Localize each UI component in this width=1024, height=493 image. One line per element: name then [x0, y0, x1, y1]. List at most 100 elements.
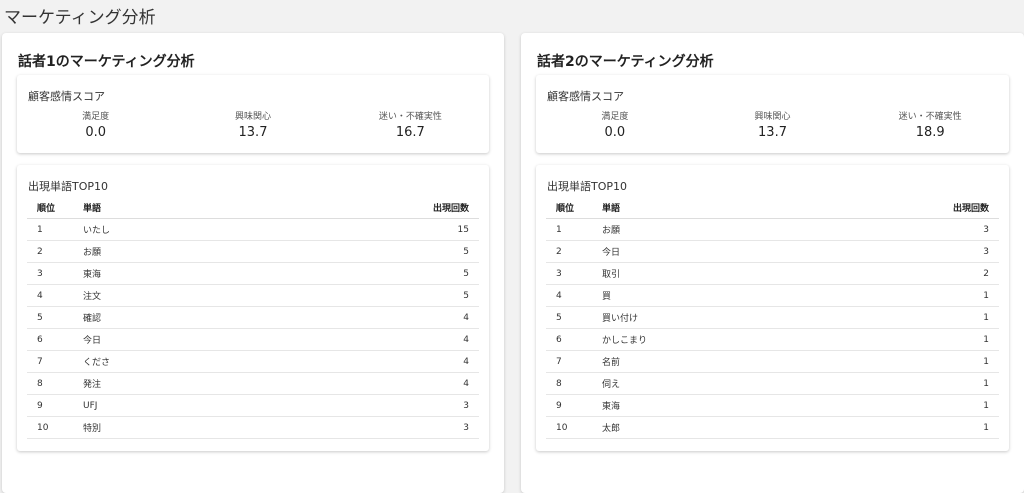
metric-label: 興味関心: [754, 112, 791, 122]
cell-count: 3: [253, 394, 479, 417]
metric-label: 迷い・不確実性: [378, 112, 442, 122]
cell-rank: 3: [27, 262, 73, 285]
cell-rank: 8: [27, 372, 73, 395]
words-card-title: 出現単語TOP10: [547, 180, 628, 193]
header-count: 出現回数: [253, 197, 479, 219]
cell-rank: 6: [27, 328, 73, 351]
metric-interest: 興味関心 13.7: [694, 109, 852, 140]
speaker-2-emotion-card: 顧客感情スコア 満足度 0.0 興味関心 13.7 迷い・不確実性 18.9: [536, 75, 1009, 153]
cell-count: 4: [253, 372, 479, 395]
metric-label: 迷い・不確実性: [898, 112, 962, 122]
cell-count: 1: [813, 328, 999, 351]
cell-word: 確認: [73, 306, 254, 329]
cell-count: 5: [253, 284, 479, 307]
table-header-row: 順位 単語 出現回数: [27, 197, 479, 219]
cell-rank: 7: [27, 350, 73, 373]
cell-count: 4: [253, 350, 479, 373]
table-row: 5 確認 4: [27, 306, 479, 329]
cell-count: 3: [813, 240, 999, 263]
cell-word: 太郎: [592, 416, 814, 439]
metric-value: 16.7: [395, 125, 425, 140]
table-row: 1 いたし 15: [27, 218, 479, 241]
cell-rank: 3: [546, 262, 592, 285]
cell-rank: 1: [546, 218, 592, 241]
metric-label: 満足度: [82, 112, 110, 122]
cell-word: かしこまり: [592, 328, 814, 351]
metric-satisfaction: 満足度 0.0: [17, 109, 174, 140]
cell-count: 15: [253, 218, 479, 241]
cell-count: 1: [813, 306, 999, 329]
header-rank: 順位: [27, 197, 73, 219]
metric-value: 18.9: [915, 125, 945, 140]
cell-word: 取引: [592, 262, 814, 285]
page-title: マーケティング分析: [4, 8, 156, 28]
cell-word: 伺え: [592, 372, 814, 395]
cell-word: 東海: [592, 394, 814, 417]
cell-rank: 4: [546, 284, 592, 307]
table-row: 5 買い付け 1: [546, 306, 999, 329]
cell-word: お願: [592, 218, 814, 241]
cell-rank: 10: [27, 416, 73, 439]
emotion-metrics: 満足度 0.0 興味関心 13.7 迷い・不確実性 16.7: [17, 109, 489, 140]
header-word: 単語: [592, 197, 814, 219]
emotion-metrics: 満足度 0.0 興味関心 13.7 迷い・不確実性 18.9: [536, 109, 1009, 140]
cell-count: 2: [813, 262, 999, 285]
cell-word: 買い付け: [592, 306, 814, 329]
cell-count: 5: [253, 262, 479, 285]
speaker-1-words-table: 順位 単語 出現回数 1 いたし 15 2 お願 5 3 東海 5 4 注文 5 5 確認 4 6今…: [27, 197, 479, 439]
cell-count: 1: [813, 372, 999, 395]
metric-interest: 興味関心 13.7: [174, 109, 331, 140]
speaker-2-words-card: 出現単語TOP10 順位 単語 出現回数 1 お願 3 2 今日 3 3 取引 2 4買1 …: [536, 165, 1009, 451]
speaker-2-panel: 話者2のマーケティング分析 顧客感情スコア 満足度 0.0 興味関心 13.7 …: [521, 33, 1024, 493]
cell-rank: 10: [546, 416, 592, 439]
cell-word: UFJ: [73, 394, 254, 417]
cell-word: 発注: [73, 372, 254, 395]
cell-rank: 2: [27, 240, 73, 263]
cell-rank: 6: [546, 328, 592, 351]
cell-rank: 9: [546, 394, 592, 417]
metric-value: 0.0: [85, 125, 106, 140]
table-row: 9 東海 1: [546, 394, 999, 417]
cell-word: 名前: [592, 350, 814, 373]
table-row: 1 お願 3: [546, 218, 999, 241]
table-header-row: 順位 単語 出現回数: [546, 197, 999, 219]
table-row: 8 伺え 1: [546, 372, 999, 395]
metric-uncertainty: 迷い・不確実性 16.7: [332, 109, 489, 140]
cell-word: お願: [73, 240, 254, 263]
cell-count: 3: [253, 416, 479, 439]
table-row: 3 東海 5: [27, 262, 479, 285]
cell-rank: 9: [27, 394, 73, 417]
cell-count: 1: [813, 394, 999, 417]
cell-word: 東海: [73, 262, 254, 285]
cell-count: 5: [253, 240, 479, 263]
header-rank: 順位: [546, 197, 592, 219]
cell-count: 1: [813, 284, 999, 307]
cell-word: 特別: [73, 416, 254, 439]
cell-count: 4: [253, 306, 479, 329]
cell-word: 注文: [73, 284, 254, 307]
metric-value: 13.7: [758, 125, 787, 140]
cell-rank: 5: [546, 306, 592, 329]
cell-count: 3: [813, 218, 999, 241]
cell-rank: 4: [27, 284, 73, 307]
table-row: 10 特別 3: [27, 416, 479, 439]
speaker-1-panel: 話者1のマーケティング分析 顧客感情スコア 満足度 0.0 興味関心 13.7 …: [2, 33, 504, 493]
table-row: 9 UFJ 3: [27, 394, 479, 417]
metric-label: 興味関心: [234, 112, 271, 122]
speaker-2-title: 話者2のマーケティング分析: [537, 54, 714, 70]
speaker-2-words-table: 順位 単語 出現回数 1 お願 3 2 今日 3 3 取引 2 4買1 5 買い付け 1 6 かし…: [546, 197, 999, 439]
emotion-card-title: 顧客感情スコア: [28, 90, 105, 103]
metric-uncertainty: 迷い・不確実性 18.9: [851, 109, 1009, 140]
cell-word: 今日: [592, 240, 814, 263]
cell-word: いたし: [73, 218, 254, 241]
table-row: 8 発注 4: [27, 372, 479, 395]
header-count: 出現回数: [813, 197, 999, 219]
table-row: 7 名前 1: [546, 350, 999, 373]
cell-rank: 8: [546, 372, 592, 395]
cell-count: 1: [813, 416, 999, 439]
cell-rank: 2: [546, 240, 592, 263]
metric-label: 満足度: [601, 112, 629, 122]
speaker-1-title: 話者1のマーケティング分析: [18, 54, 195, 70]
cell-rank: 5: [27, 306, 73, 329]
table-row: 4 注文 5: [27, 284, 479, 307]
